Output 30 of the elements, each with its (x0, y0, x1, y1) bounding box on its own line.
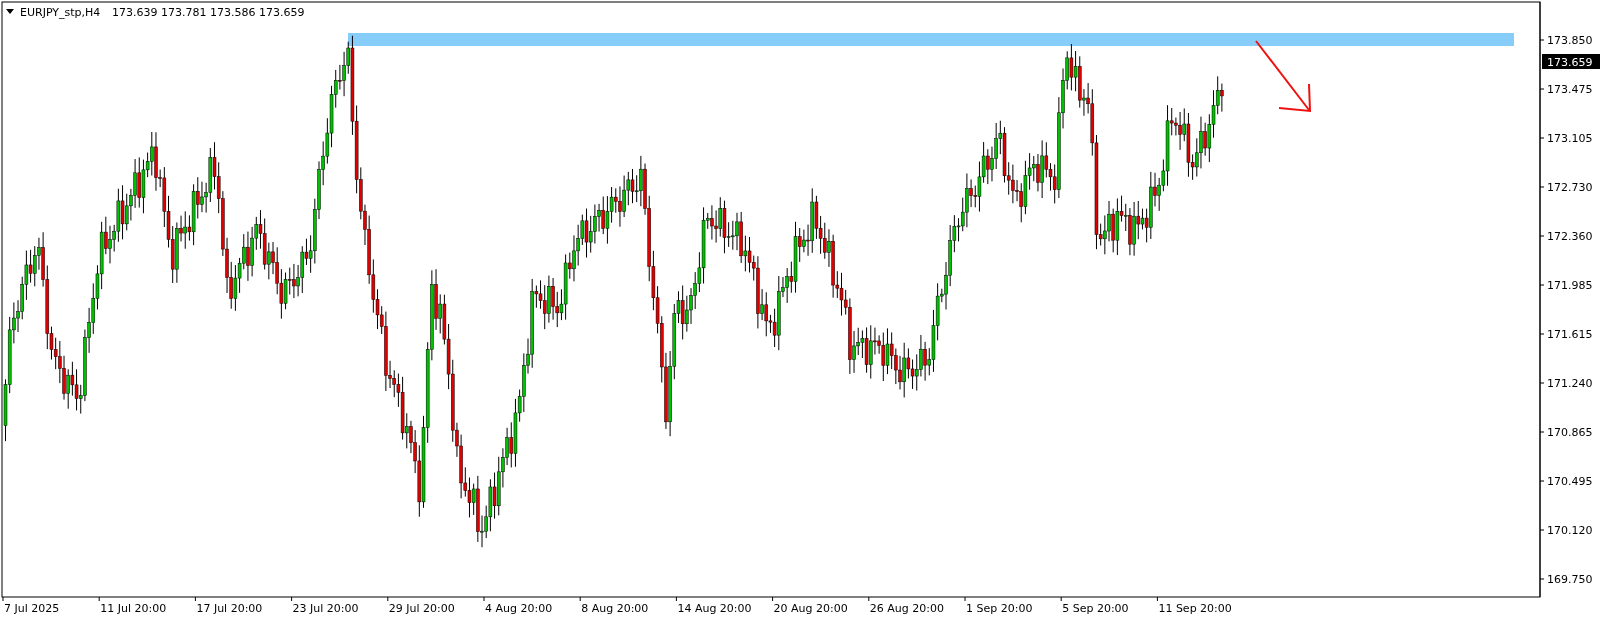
time-axis-label: 1 Sep 20:00 (966, 602, 1033, 615)
price-axis-label: 173.475 (1547, 83, 1593, 96)
dropdown-triangle-icon[interactable] (6, 9, 14, 14)
time-axis-label: 8 Aug 20:00 (581, 602, 649, 615)
price-axis-label: 170.865 (1547, 426, 1593, 439)
time-axis-label: 7 Jul 2025 (4, 602, 60, 615)
price-axis-label: 169.750 (1547, 573, 1593, 586)
time-axis-label: 5 Sep 20:00 (1062, 602, 1129, 615)
symbol-label: EURJPY_stp,H4 (20, 6, 101, 19)
price-axis-label: 172.730 (1547, 181, 1593, 194)
time-axis-label: 11 Jul 20:00 (100, 602, 167, 615)
price-axis-label: 172.360 (1547, 230, 1593, 243)
price-axis-label: 173.105 (1547, 132, 1593, 145)
down-arrow[interactable] (1255, 40, 1312, 113)
price-axis-label: 170.120 (1547, 524, 1593, 537)
price-axis-label: 173.850 (1547, 34, 1593, 47)
price-axis-label: 170.495 (1547, 475, 1593, 488)
time-axis-label: 26 Aug 20:00 (869, 602, 944, 615)
price-axis-label: 171.985 (1547, 279, 1593, 292)
current-price-tag: 173.659 (1542, 54, 1600, 69)
time-axis-label: 4 Aug 20:00 (485, 602, 553, 615)
time-axis-label: 14 Aug 20:00 (677, 602, 752, 615)
time-axis-label: 11 Sep 20:00 (1158, 602, 1232, 615)
price-axis-label: 171.615 (1547, 328, 1593, 341)
ohlc-values: 173.639 173.781 173.586 173.659 (112, 6, 305, 19)
time-axis-label: 23 Jul 20:00 (292, 602, 359, 615)
price-axis-label: 171.240 (1547, 377, 1593, 390)
time-axis-label: 20 Aug 20:00 (773, 602, 848, 615)
time-axis-label: 17 Jul 20:00 (196, 602, 263, 615)
time-axis-label: 29 Jul 20:00 (388, 602, 455, 615)
